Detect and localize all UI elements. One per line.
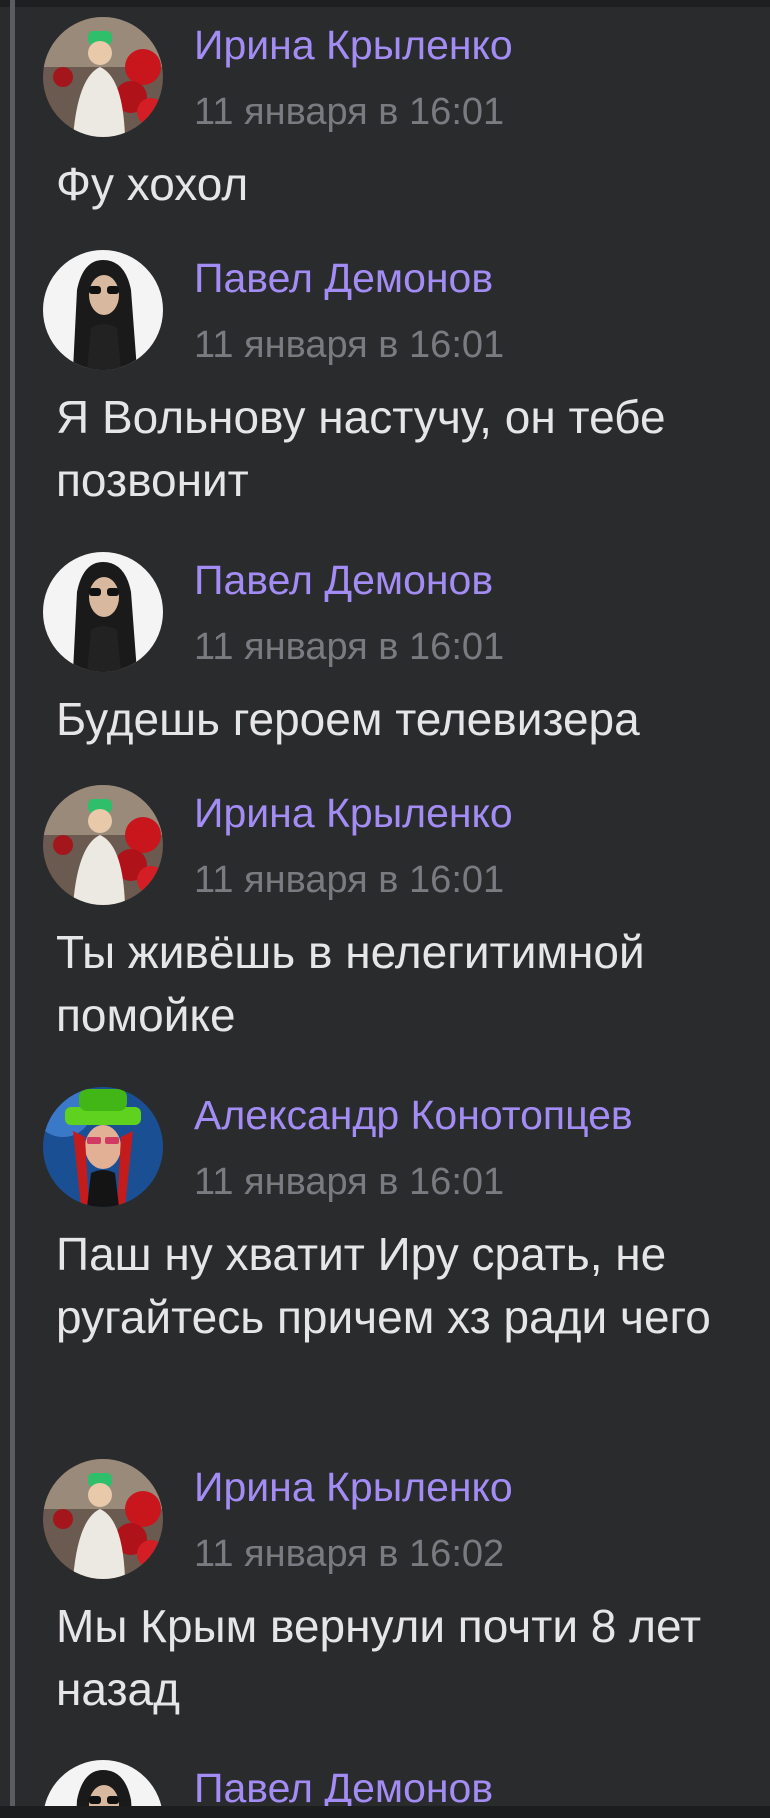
comment-feed: Ирина Крыленко 11 января в 16:01 Фу хохо…: [0, 0, 770, 1806]
comment-text: Ты живёшь в нелегитимной помойке: [56, 926, 645, 1041]
bottom-bar: [0, 1806, 770, 1818]
comment-text: Мы Крым вернули почти 8 лет назад: [56, 1600, 702, 1715]
comment-date: 11 января в 16:02: [194, 1533, 505, 1575]
avatar[interactable]: [43, 1087, 163, 1207]
comment-author[interactable]: Ирина Крыленко: [194, 25, 513, 66]
alexander-avatar-image: [43, 1087, 163, 1207]
comment-date: 11 января в 16:01: [194, 91, 505, 133]
avatar[interactable]: [43, 1459, 163, 1579]
avatar[interactable]: [43, 17, 163, 137]
irina-avatar-image: [43, 17, 163, 137]
comment-date: 11 января в 16:01: [194, 859, 505, 901]
comment-text: Я Вольнову настучу, он тебе позвонит: [56, 391, 666, 506]
comment-text: Фу хохол: [56, 158, 249, 210]
comment-author[interactable]: Павел Демонов: [194, 1768, 493, 1807]
comment-date: 11 января в 16:01: [194, 1161, 505, 1203]
pavel-avatar-image: [43, 250, 163, 370]
avatar[interactable]: [43, 250, 163, 370]
comment-author[interactable]: Павел Демонов: [194, 560, 493, 601]
irina-avatar-image: [43, 785, 163, 905]
comment-author[interactable]: Ирина Крыленко: [194, 793, 513, 834]
comment-date: 11 января в 16:01: [194, 324, 505, 366]
comment-author[interactable]: Павел Демонов: [194, 258, 493, 299]
irina-avatar-image: [43, 1459, 163, 1579]
avatar[interactable]: [43, 1760, 163, 1806]
comment-text: Паш ну хватит Иру срать, не ругайтесь пр…: [56, 1228, 711, 1343]
comment-text: Будешь героем телевизера: [56, 693, 640, 745]
pavel-avatar-image: [43, 552, 163, 672]
comment-author[interactable]: Александр Конотопцев: [194, 1095, 633, 1136]
avatar[interactable]: [43, 785, 163, 905]
avatar[interactable]: [43, 552, 163, 672]
pavel-avatar-image: [43, 1760, 163, 1806]
comment-date: 11 января в 16:01: [194, 626, 505, 668]
comment-author[interactable]: Ирина Крыленко: [194, 1467, 513, 1508]
